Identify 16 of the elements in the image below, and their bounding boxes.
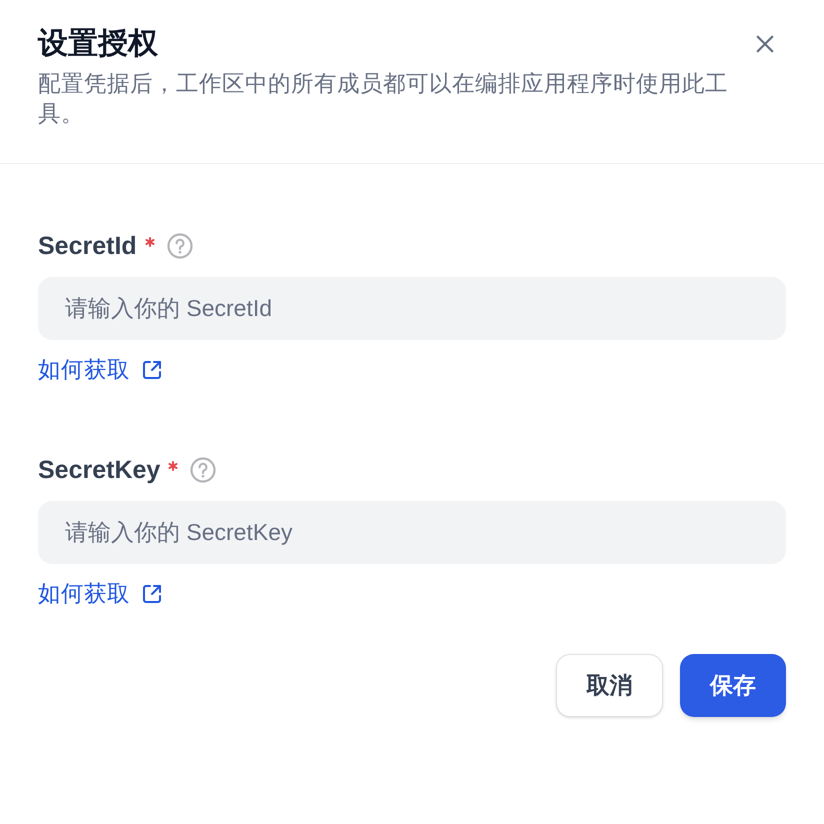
help-icon[interactable] [190, 457, 216, 483]
close-button[interactable] [754, 33, 776, 55]
help-link[interactable]: 如何获取 [38, 355, 162, 385]
help-link[interactable]: 如何获取 [38, 579, 162, 609]
save-button[interactable]: 保存 [680, 654, 786, 717]
close-icon [756, 35, 774, 53]
text-input-field[interactable]: 请输入你的 SecretId [38, 277, 786, 340]
dialog-description: 配置凭据后，工作区中的所有成员都可以在编排应用程序时使用此工具。 [38, 70, 729, 128]
external-link-icon [142, 584, 162, 604]
dialog-title: 设置授权 [38, 26, 160, 62]
field-label: SecretKey [38, 455, 160, 486]
field-label: SecretId [38, 231, 137, 262]
cancel-button[interactable]: 取消 [556, 654, 663, 717]
text-input-field[interactable]: 请输入你的 SecretKey [38, 501, 786, 564]
help-icon[interactable] [166, 233, 193, 259]
external-link-icon [142, 360, 162, 380]
